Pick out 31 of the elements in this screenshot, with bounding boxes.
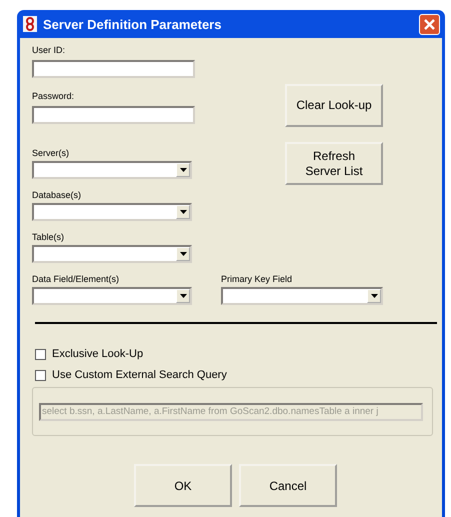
window-title: Server Definition Parameters [43,16,222,32]
field-label: Data Field/Element(s) [32,273,120,285]
action-button[interactable]: Clear Look-up [285,84,383,127]
dropdown[interactable] [32,161,192,179]
app-icon [23,16,37,32]
field-label: Server(s) [32,147,70,159]
field-label: Database(s) [32,189,82,201]
field-label: Password: [32,90,76,102]
dropdown[interactable] [32,245,192,263]
input-field[interactable] [32,60,195,78]
dropdown-arrow-icon [180,168,186,172]
field-label: Table(s) [32,231,66,243]
dropdown-arrow-icon [180,210,186,214]
input-field[interactable] [32,106,195,124]
close-button[interactable] [419,14,440,34]
dropdown-arrow-icon [180,294,186,298]
dropdown-arrow-icon [180,252,186,256]
checkbox-label: Use Custom External Search Query [52,369,227,381]
dropdown-arrow-icon [370,294,378,298]
field-label: Primary Key Field [221,273,294,285]
dialog-button[interactable]: Cancel [239,464,337,507]
checkbox-label: Exclusive Look-Up [52,348,144,360]
dropdown[interactable] [32,287,192,305]
dropdown[interactable] [221,287,383,305]
checkbox[interactable] [35,370,46,380]
close-icon [423,18,436,30]
field-label: User ID: [32,44,66,56]
checkbox[interactable] [35,348,46,360]
dropdown[interactable] [32,203,192,221]
action-button[interactable]: Refresh Server List [285,142,383,185]
dialog-button[interactable]: OK [134,464,232,507]
